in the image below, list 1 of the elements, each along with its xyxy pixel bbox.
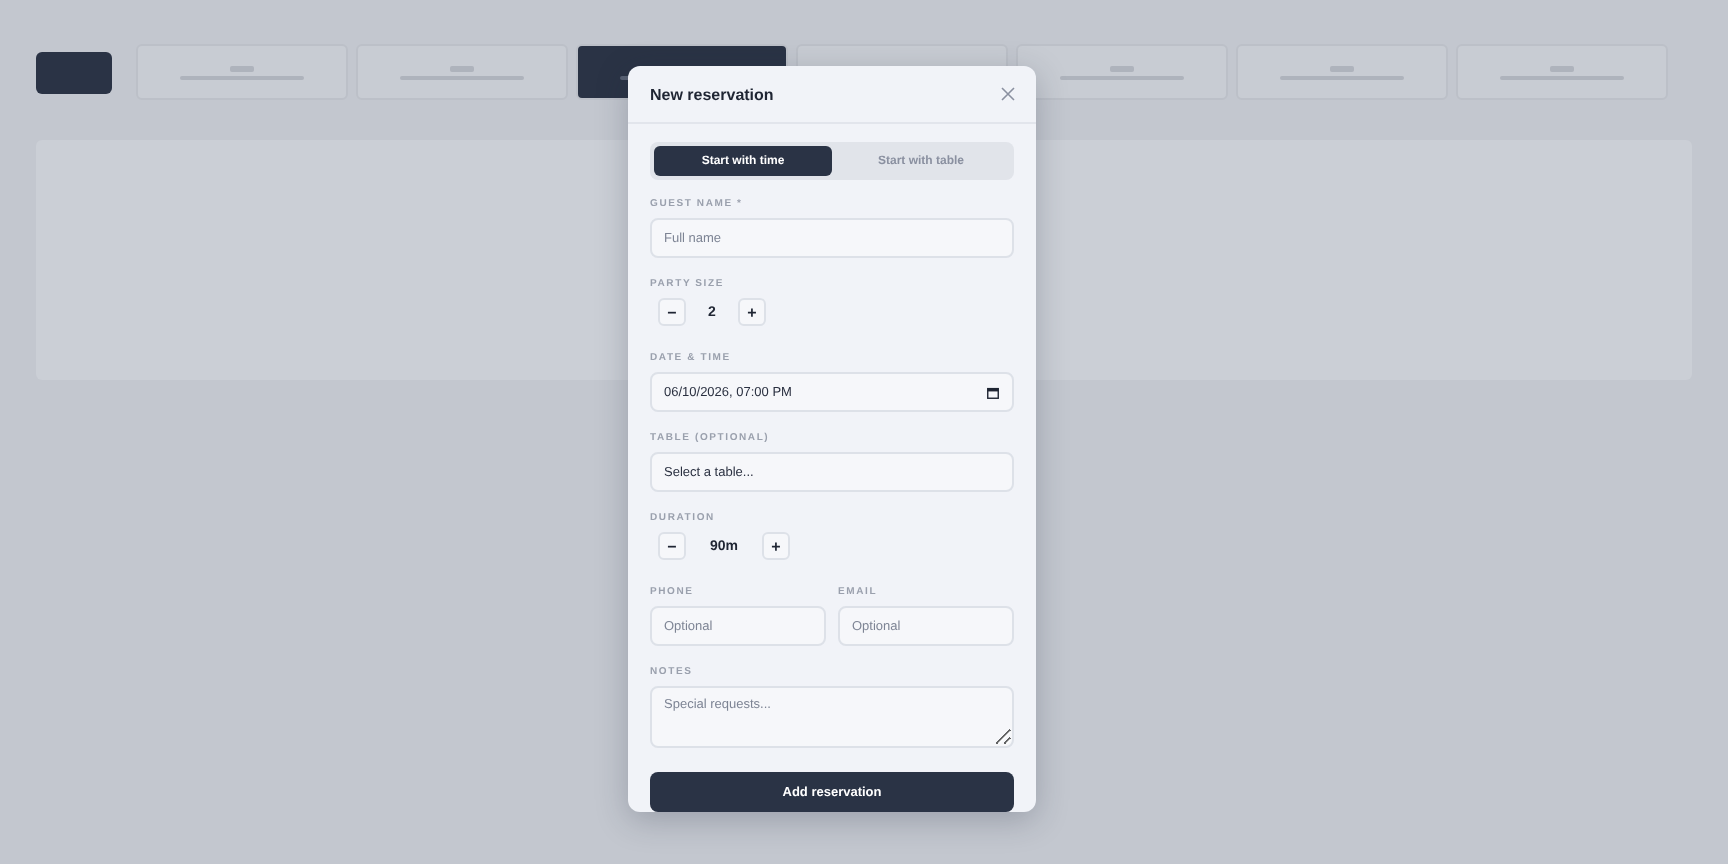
dialog-title: New reservation [650, 85, 774, 103]
